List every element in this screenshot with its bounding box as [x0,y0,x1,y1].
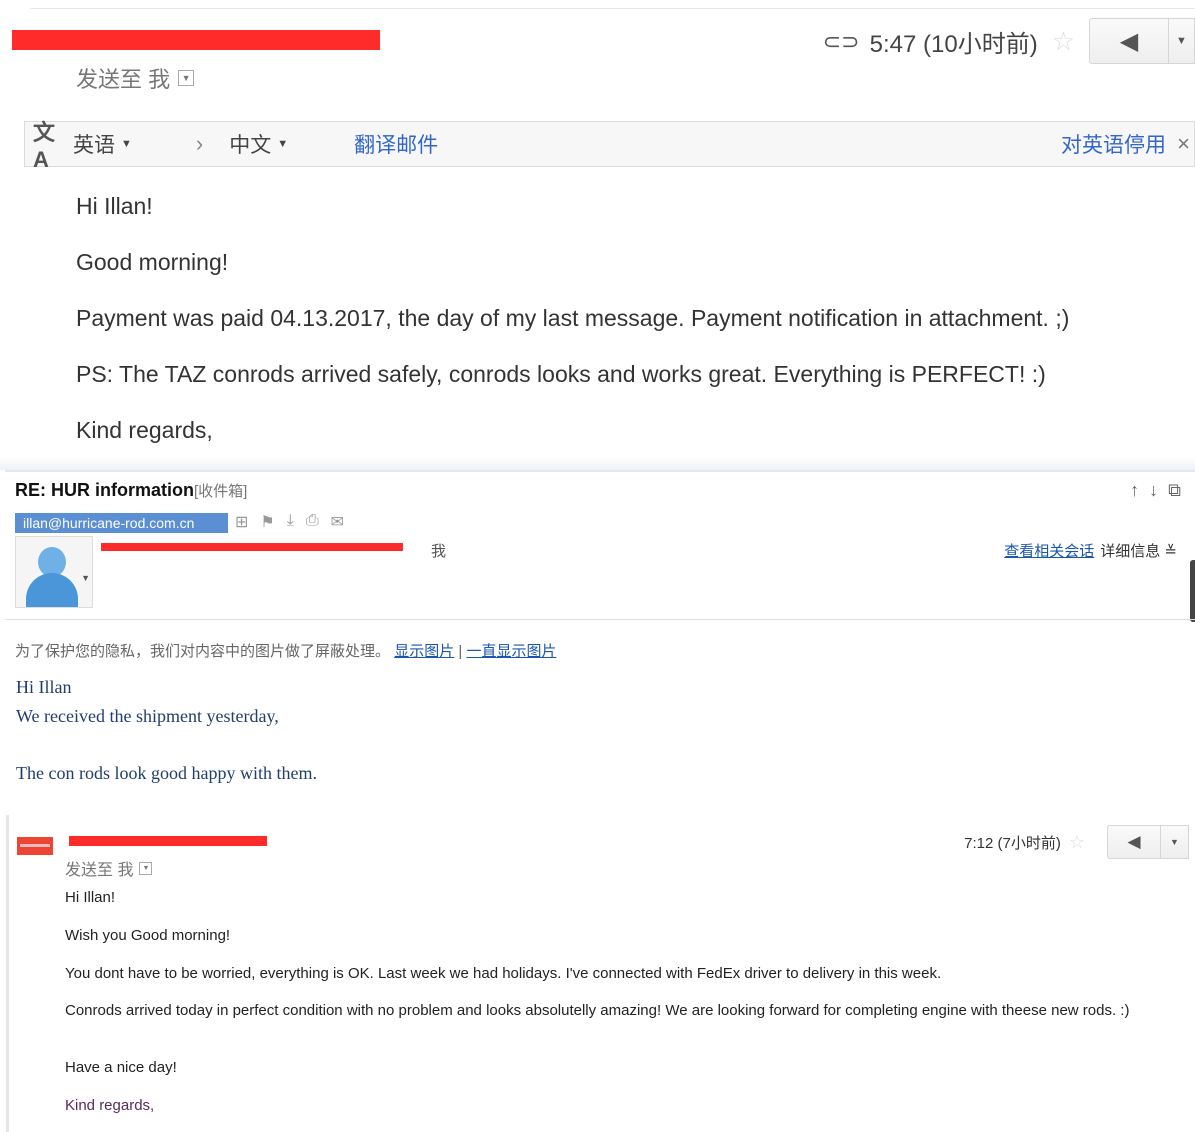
reply-icon: ◀ [1127,832,1141,851]
attachment-icon[interactable]: ⊂⊃ [823,29,860,55]
close-icon[interactable]: × [1177,131,1190,157]
separator: | [458,643,463,660]
recipient-details-toggle[interactable]: ▼ [178,70,195,86]
reply-button-group: ◀ ▼ [1089,18,1195,64]
sender-logo [17,837,53,855]
message-toolbar: ⊞ ⚑ ⤓ ⎙ ✉ [235,512,344,532]
details-label: 详细信息 [1100,543,1161,560]
panel-edge [0,456,1195,470]
download-icon[interactable]: ⤓ [287,512,294,532]
privacy-text: 为了保护您的隐私，我们对内容中的图片做了屏蔽处理。 [15,643,391,660]
show-images-link[interactable]: 显示图片 [394,643,454,660]
message-time: 7:12 (7小时前) [964,835,1061,852]
double-chevron-down-icon: ≚ [1164,543,1177,560]
body-line: Hi Illan! [76,193,153,219]
avatar-body [26,573,78,607]
redacted-sender [12,30,380,50]
translate-icon: 文A [33,120,56,172]
chevron-down-icon: ▼ [1176,35,1187,47]
disable-translation-link[interactable]: 对英语停用 [1061,129,1166,159]
body-line: Payment was paid 04.13.2017, the day of … [76,305,1070,331]
message-time: 5:47 (10小时前) [869,31,1038,58]
subject-text: RE: HUR information [15,480,194,500]
recipients: 发送至 我 ▼ [65,856,153,880]
translate-bar: 文A 英语 ▼ › 中文 ▼ 翻译邮件 对英语停用 × [24,120,1195,172]
target-language-label: 中文 [229,134,272,157]
more-options-button[interactable]: ▼ [1161,825,1189,859]
chevron-down-icon: ▼ [81,573,90,583]
message-nav: ↑ ↓ ⧉ [1130,480,1181,501]
related-links: 查看相关会话 详细信息 ≚ [1004,540,1177,561]
divider [30,8,1195,9]
body-line: We received the shipment yesterday, [16,706,279,726]
send-to-label: 发送至 我 [65,862,134,879]
image-privacy-notice: 为了保护您的隐私，我们对内容中的图片做了屏蔽处理。 显示图片 | 一直显示图片 [15,640,556,661]
print-icon[interactable]: ⎙ [306,512,319,532]
chevron-down-icon: ▼ [1170,837,1179,847]
redacted-sender-line [101,543,403,551]
recipient-details-toggle[interactable]: ▼ [139,861,153,875]
folder-label: [收件箱] [194,483,248,500]
divider [5,619,1195,620]
reply-button-group: ◀ ▼ [1107,825,1189,859]
source-language-select[interactable]: 英语 ▼ [73,129,132,159]
reply-button[interactable]: ◀ [1089,18,1169,64]
arrow-right-icon: › [195,131,204,156]
body-line: Kind regards, [65,1097,155,1114]
email-panel-2: RE: HUR information[收件箱] ↑ ↓ ⧉ illan@hur… [5,470,1195,810]
avatar[interactable]: ▼ [15,536,93,608]
message-body: Hi Illan! Good morning! Payment was paid… [76,190,1069,470]
body-line: Good morning! [76,249,229,275]
body-line: PS: The TAZ conrods arrived safely, conr… [76,361,1046,387]
message-meta: ⊂⊃ 5:47 (10小时前) ☆ [823,24,1075,59]
body-line: Hi Illan! [65,889,116,906]
always-show-images-link[interactable]: 一直显示图片 [466,643,556,660]
arrow-up-icon[interactable]: ↑ [1130,480,1139,501]
body-line: You dont have to be worried, everything … [65,965,942,982]
reply-button[interactable]: ◀ [1107,825,1161,859]
star-icon[interactable]: ☆ [1069,832,1085,853]
details-link[interactable]: 详细信息 ≚ [1100,540,1177,561]
email-panel-3: 7:12 (7小时前) ☆ ◀ ▼ 发送至 我 ▼ Hi Illan! Wish… [6,815,1195,1132]
flag-icon[interactable]: ⚑ [260,512,274,532]
message-subject: RE: HUR information[收件箱] [15,480,247,501]
popout-icon[interactable]: ⧉ [1168,480,1181,501]
arrow-down-icon[interactable]: ↓ [1149,480,1158,501]
body-line: Conrods arrived today in perfect conditi… [65,1002,1130,1019]
message-meta: 7:12 (7小时前) ☆ [964,832,1085,853]
sender-email-tag[interactable]: illan@hurricane-rod.com.cn [15,513,228,533]
source-language-label: 英语 [73,134,115,157]
email-panel-1: ⊂⊃ 5:47 (10小时前) ☆ ◀ ▼ 发送至 我 ▼ 文A 英语 ▼ › … [0,0,1195,470]
related-conversations-link[interactable]: 查看相关会话 [1004,540,1094,561]
translate-message-link[interactable]: 翻译邮件 [354,129,438,159]
body-line: Wish you Good morning! [65,927,231,944]
caret-down-icon: ▼ [121,138,132,150]
body-line: The con rods look good happy with them. [16,763,317,783]
body-line: Have a nice day! [65,1059,177,1076]
side-panel-handle[interactable] [1190,560,1195,622]
redacted-sender [69,836,267,846]
caret-down-icon: ▼ [277,138,289,150]
recipient-label: 我 [431,543,447,560]
body-line: Hi Illan [16,677,72,697]
recipients: 发送至 我 ▼ [76,62,195,94]
more-options-button[interactable]: ▼ [1169,18,1195,64]
reply-icon: ◀ [1119,27,1139,55]
target-language-select[interactable]: 中文 ▼ [229,129,288,159]
divider [5,470,1195,472]
add-contact-icon[interactable]: ⊞ [235,512,248,532]
envelope-icon[interactable]: ✉ [331,512,344,532]
send-to-label: 发送至 我 [76,67,171,92]
star-icon[interactable]: ☆ [1052,26,1075,57]
